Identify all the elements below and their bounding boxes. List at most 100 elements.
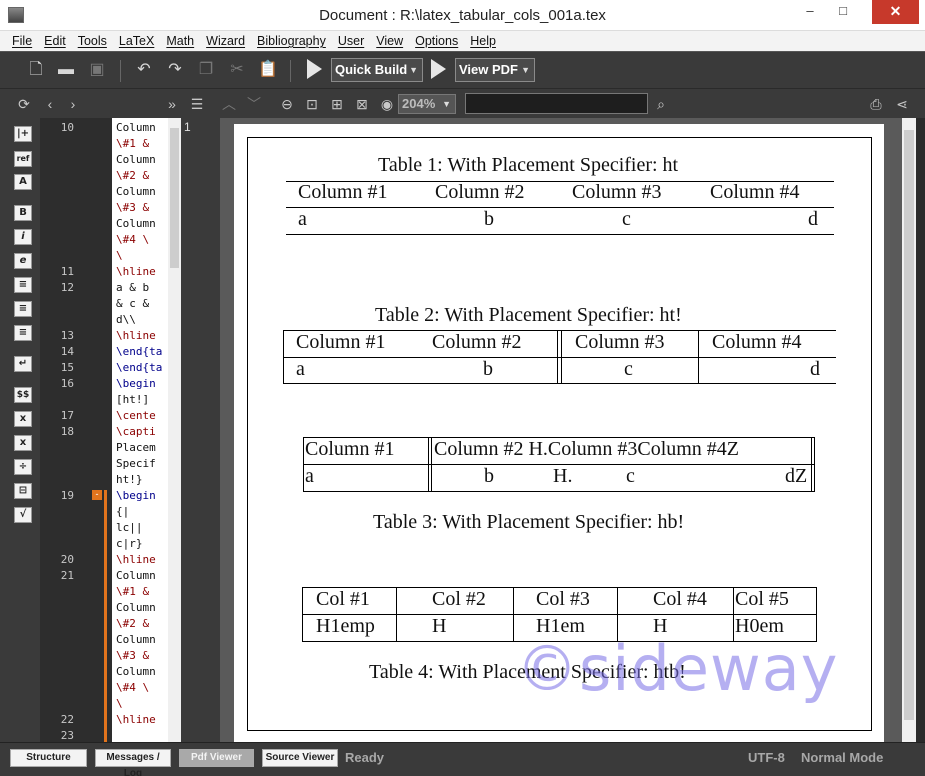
redo-icon[interactable]: ↷: [165, 60, 185, 80]
code-line: \#2 &: [116, 169, 150, 182]
close-button[interactable]: ✕: [872, 0, 919, 24]
include-icon[interactable]: |+: [14, 126, 32, 142]
fit-page-icon[interactable]: ⊡: [303, 95, 321, 113]
text-size-icon[interactable]: A: [14, 174, 32, 190]
superscript-icon[interactable]: x: [14, 435, 32, 451]
chevron-down-icon: ▼: [442, 99, 451, 109]
table3-rule-2: [431, 437, 432, 492]
fold-toggle-icon[interactable]: -: [92, 490, 102, 500]
new-file-icon[interactable]: 🗋: [26, 60, 46, 80]
cut-icon[interactable]: ✂: [227, 60, 247, 80]
tab-structure[interactable]: Structure: [10, 749, 87, 767]
fraction-icon[interactable]: ÷: [14, 459, 32, 475]
dock-icon[interactable]: ⋖: [893, 95, 911, 113]
tab-source-viewer[interactable]: Source Viewer: [262, 749, 338, 767]
magnifier-eye-icon[interactable]: ◉: [378, 95, 396, 113]
maximize-button[interactable]: □: [828, 0, 858, 24]
pdf-page-gutter: [181, 118, 220, 742]
quick-build-label: Quick Build: [335, 62, 408, 77]
save-icon[interactable]: ▣: [87, 60, 107, 80]
quick-build-combo[interactable]: Quick Build ▼: [331, 58, 423, 82]
search-icon[interactable]: ⌕: [652, 95, 670, 113]
source-editor[interactable]: Column \#1 & Column \#2 & Column \#3 & Column \…: [112, 118, 168, 742]
menu-math[interactable]: Math: [166, 34, 194, 48]
code-line: Column: [116, 153, 156, 166]
code-line: \capti: [116, 425, 156, 438]
sqrt-icon[interactable]: √: [14, 507, 32, 523]
expand-icon[interactable]: »: [163, 95, 181, 113]
align-left-icon[interactable]: ≡: [14, 277, 32, 293]
encoding-indicator[interactable]: UTF-8: [748, 750, 785, 765]
ref-icon[interactable]: ref: [14, 151, 32, 167]
list-icon[interactable]: ☰: [188, 95, 206, 113]
code-line: a & b: [116, 281, 150, 294]
align-right-icon[interactable]: ≡: [14, 325, 32, 341]
open-folder-icon[interactable]: ▬: [56, 60, 76, 80]
menu-help[interactable]: Help: [470, 34, 496, 48]
menu-user[interactable]: User: [338, 34, 364, 48]
pdf-scrollbar-thumb[interactable]: [904, 130, 914, 720]
tab-messages-log[interactable]: Messages / Log: [95, 749, 171, 776]
table3-cell-2: b: [484, 465, 494, 487]
page-up-icon[interactable]: ︿: [220, 95, 238, 113]
code-line: Column: [116, 569, 156, 582]
code-line: Placem: [116, 441, 156, 454]
code-line: \hline: [116, 713, 156, 726]
sync-icon[interactable]: ⟳: [15, 95, 33, 113]
menu-options[interactable]: Options: [415, 34, 458, 48]
zoom-box-icon[interactable]: ⊠: [353, 95, 371, 113]
fit-width-icon[interactable]: ⊖: [278, 95, 296, 113]
copy-icon[interactable]: ❐: [196, 60, 216, 80]
menu-latex[interactable]: LaTeX: [119, 34, 154, 48]
bold-icon[interactable]: B: [14, 205, 32, 221]
editor-scrollbar-thumb[interactable]: [170, 128, 179, 268]
table2-cell-2: b: [483, 358, 493, 380]
line-number: 22: [60, 713, 74, 726]
status-bar: Structure Messages / Log Pdf Viewer Sour…: [0, 742, 925, 776]
table3-cell-3: c: [626, 465, 635, 487]
pdf-search-input[interactable]: [465, 93, 648, 114]
dfrac-icon[interactable]: ⊟: [14, 483, 32, 499]
code-line: \#1 &: [116, 585, 150, 598]
run-build-icon[interactable]: [307, 59, 322, 79]
undo-icon[interactable]: ↶: [134, 60, 154, 80]
fit-window-icon[interactable]: ⊞: [328, 95, 346, 113]
table3-cell-1: a: [305, 465, 314, 487]
code-line: \: [116, 697, 123, 710]
menu-bibliography[interactable]: Bibliography: [257, 34, 326, 48]
status-ready: Ready: [345, 750, 385, 765]
minimize-button[interactable]: –: [795, 0, 825, 24]
table4-rule-2: [513, 587, 514, 642]
editor-scrollbar[interactable]: [168, 118, 181, 742]
back-icon[interactable]: ‹: [41, 95, 59, 113]
page-down-icon[interactable]: ﹀: [245, 95, 263, 113]
math-mode-icon[interactable]: $$: [14, 387, 32, 403]
code-line: Column: [116, 185, 156, 198]
menu-wizard[interactable]: Wizard: [206, 34, 245, 48]
view-pdf-combo[interactable]: View PDF ▼: [455, 58, 535, 82]
mode-indicator[interactable]: Normal Mode: [801, 750, 883, 765]
menu-tools[interactable]: Tools: [78, 34, 107, 48]
emphasis-icon[interactable]: e: [14, 253, 32, 269]
line-number: 19: [60, 489, 74, 502]
table2-header-3: Column #3: [575, 331, 665, 353]
italic-icon[interactable]: i: [14, 229, 32, 245]
print-icon[interactable]: ⎙: [867, 95, 885, 113]
forward-icon[interactable]: ›: [64, 95, 82, 113]
view-pdf-label: View PDF: [459, 62, 519, 77]
menu-edit[interactable]: Edit: [44, 34, 66, 48]
menu-file[interactable]: File: [12, 34, 32, 48]
zoom-combo[interactable]: 204% ▼: [398, 94, 456, 114]
table4-rule-1: [396, 587, 397, 642]
view-pdf-run-icon[interactable]: [431, 59, 446, 79]
align-center-icon[interactable]: ≡: [14, 301, 32, 317]
subscript-icon[interactable]: x: [14, 411, 32, 427]
newline-icon[interactable]: ↵: [14, 356, 32, 372]
tab-pdf-viewer[interactable]: Pdf Viewer: [179, 749, 254, 767]
pdf-scrollbar[interactable]: [902, 118, 916, 742]
line-number: 15: [60, 361, 74, 374]
menu-view[interactable]: View: [376, 34, 403, 48]
code-line: Column: [116, 217, 156, 230]
code-line: \begin: [116, 489, 156, 502]
paste-icon[interactable]: 📋: [258, 60, 278, 80]
